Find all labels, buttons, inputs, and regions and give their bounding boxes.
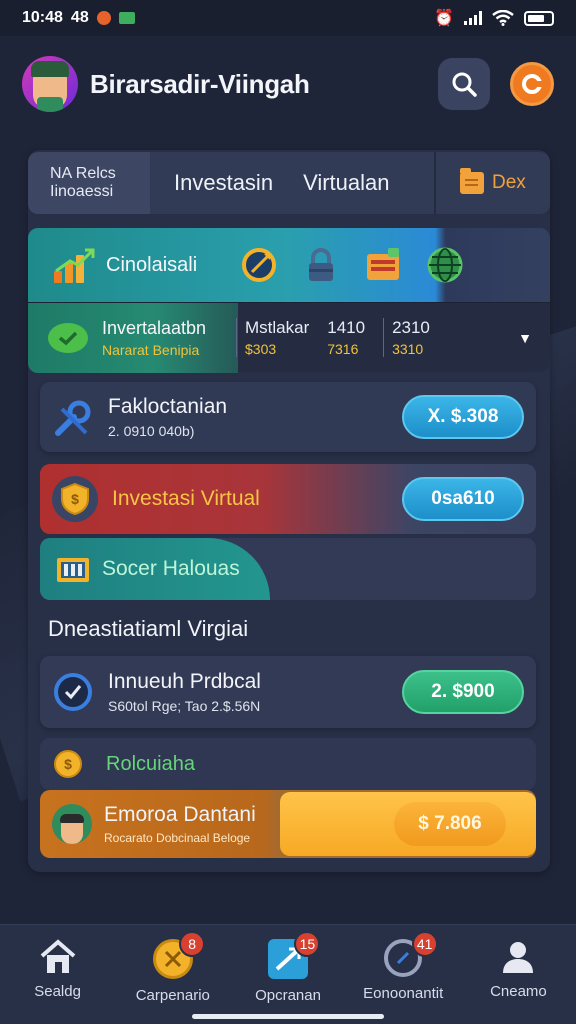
info-col-2: 1410 7316 (327, 318, 365, 357)
card-e-title: Rolcuiaha (106, 752, 195, 775)
folder-icon (460, 168, 484, 194)
nav-label-profile: Cneamo (490, 983, 547, 1000)
card-investasi-virtual[interactable]: $ Investasi Virtual 0sa610 (40, 464, 536, 534)
app-header: Birarsadir-Viingah (0, 36, 576, 132)
avatar[interactable] (22, 56, 78, 112)
info-title: Invertalaatbn (102, 317, 207, 338)
tab-first[interactable]: NA Relcs Iinoaessi (28, 152, 150, 214)
tab-middle[interactable]: Investasin Virtualan (150, 152, 434, 214)
search-icon (452, 72, 477, 97)
card-d-title: Innueuh Prdbcal (108, 670, 261, 693)
nav-item-carpenario[interactable]: 8 Carpenario (115, 925, 230, 1024)
nav-item-opcranan[interactable]: 15 Opcranan (230, 925, 345, 1024)
avatar-small (52, 804, 92, 844)
info-col-1-value: $303 (245, 341, 277, 357)
nav-item-eonoonantit[interactable]: 41 Eonoonantit (346, 925, 461, 1024)
alarm-icon: ⏰ (434, 10, 454, 27)
card-d-button[interactable]: 2. $900 (402, 670, 524, 714)
notification-icon (96, 11, 111, 25)
home-icon (40, 939, 75, 973)
clock-icon (54, 673, 92, 711)
status-time: 10:48 (22, 9, 63, 26)
wifi-icon (492, 10, 514, 26)
lock-button[interactable] (302, 246, 340, 284)
card-b-button[interactable]: 0sa610 (402, 477, 524, 521)
card-f-title: Emoroa Dantani (104, 803, 256, 826)
tab-first-line2: Iinoaessi (50, 183, 114, 200)
chevron-down-icon[interactable]: ▼ (518, 330, 532, 346)
investment-badge: Invertalaatbn Nararat Benipia (28, 302, 238, 373)
info-col-1: Mstlakar $303 (236, 318, 309, 357)
app-title: Birarsadir-Viingah (90, 68, 310, 99)
tab-first-line1: NA Relcs (50, 165, 116, 182)
wallet-icon (367, 248, 399, 280)
globe-icon (427, 247, 463, 283)
info-col-2-value: 7316 (327, 341, 359, 357)
tab-middle-a: Investasin (174, 170, 274, 195)
settings-button[interactable] (510, 62, 554, 106)
tools-icon (55, 400, 91, 436)
card-fakloctanian[interactable]: Fakloctanian 2. 0910 040b) X. $.308 (40, 382, 536, 452)
icon-toolbar: Cinolaisali (28, 228, 550, 302)
eye-icon (48, 322, 88, 353)
card-a-button[interactable]: X. $.308 (402, 395, 524, 439)
chart-icon[interactable] (54, 247, 96, 283)
globe-button[interactable] (426, 246, 464, 284)
wallet-button[interactable] (364, 246, 402, 284)
user-icon (503, 942, 534, 973)
nav-label-opcranan: Opcranan (255, 987, 321, 1004)
card-a-subtitle: 2. 0910 040b) (108, 423, 195, 439)
search-button[interactable] (438, 58, 490, 110)
badge-carpenario: 8 (179, 931, 206, 957)
info-subtitle: Nararat Benipia (102, 341, 200, 358)
card-d-subtitle: S60tol Rge; Tao 2.$.56N (108, 698, 261, 714)
card-f-button[interactable]: $ 7.806 (394, 802, 506, 846)
card-innueuh-prdbcal[interactable]: Innueuh Prdbcal S60tol Rge; Tao 2.$.56N … (40, 656, 536, 728)
card-socer-halouas[interactable]: Socer Halouas (40, 538, 536, 600)
coin-icon: $ (54, 750, 82, 778)
tab-bar: NA Relcs Iinoaessi Investasin Virtualan … (28, 152, 550, 214)
gear-icon (522, 74, 542, 94)
badge-opcranan: 15 (294, 931, 321, 957)
toolbar-label: Cinolaisali (106, 253, 198, 276)
card-rolcuiaha[interactable]: $ Rolcuiaha (40, 738, 536, 790)
nav-item-home[interactable]: Sealdg (0, 925, 115, 1024)
tab-middle-b: Virtualan (303, 170, 390, 195)
nav-label-carpenario: Carpenario (135, 987, 210, 1004)
info-col-2-head: 1410 (327, 318, 366, 337)
investment-info-row[interactable]: Invertalaatbn Nararat Benipia Mstlakar $… (28, 302, 550, 373)
status-extra: 48 (70, 9, 89, 26)
home-indicator[interactable] (192, 1014, 384, 1019)
lock-icon (309, 248, 333, 281)
message-icon (118, 12, 135, 24)
register-icon (57, 558, 89, 582)
tab-last-label: Dex (492, 172, 526, 193)
nav-item-profile[interactable]: Cneamo (461, 925, 576, 1024)
nav-label-home: Sealdg (34, 983, 81, 1000)
card-emoroa-dantani[interactable]: Emoroa Dantani Rocarato Dobcinaal Beloge… (40, 790, 536, 858)
badge-eonoonantit: 41 (411, 931, 438, 957)
info-col-1-head: Mstlakar (245, 318, 310, 337)
info-col-3-value: 3310 (392, 341, 424, 357)
card-b-title: Investasi Virtual (112, 487, 260, 510)
card-f-subtitle: Rocarato Dobcinaal Beloge (104, 831, 251, 845)
battery-icon (524, 10, 554, 26)
shield-icon: $ (52, 476, 98, 522)
status-bar: 10:48 48 ⏰ (0, 0, 576, 36)
signal-icon (464, 11, 482, 25)
nav-label-eonoonantit: Eonoonantit (363, 985, 444, 1002)
info-col-3: 2310 3310 (383, 318, 430, 357)
card-a-title: Fakloctanian (108, 395, 228, 418)
card-c-title: Socer Halouas (102, 557, 240, 580)
bottom-nav: Sealdg 8 Carpenario 15 Opcranan 41 Eonoo… (0, 924, 576, 1024)
target-icon (242, 248, 276, 282)
info-col-3-head: 2310 (392, 318, 430, 337)
tab-last[interactable]: Dex (434, 152, 550, 214)
svg-text:$: $ (71, 491, 79, 507)
target-button[interactable] (240, 246, 278, 284)
section-title: Dneastiatiaml Virgiai (48, 616, 249, 641)
